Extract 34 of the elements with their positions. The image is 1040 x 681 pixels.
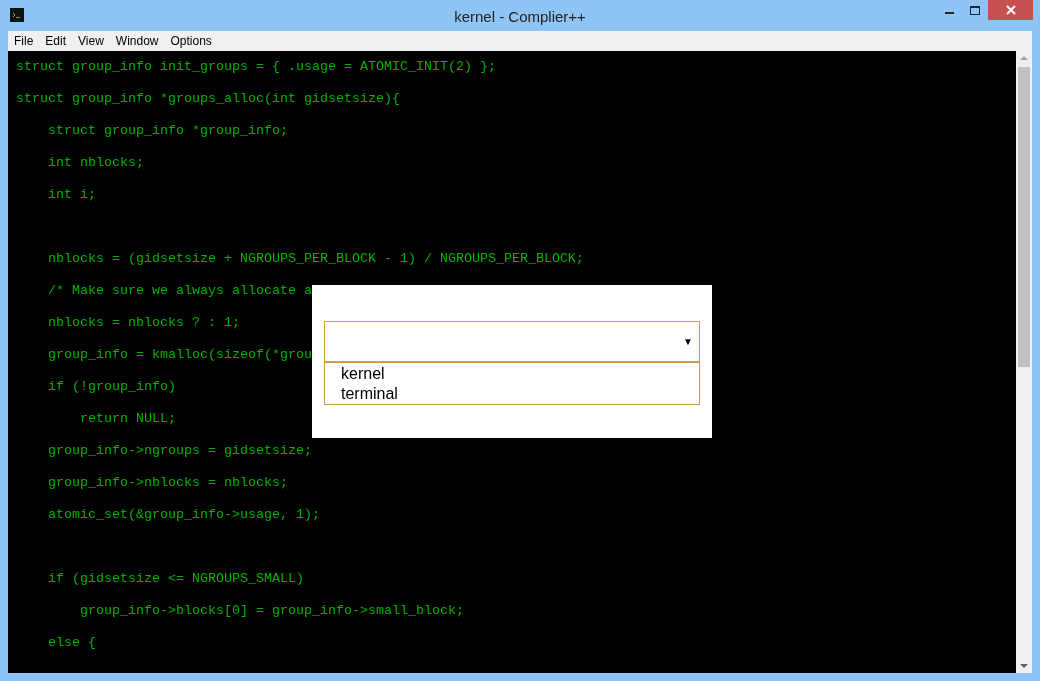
- code-line: struct group_info init_groups = { .usage = ATOMIC_INIT(2) };: [16, 58, 496, 76]
- close-icon: [1005, 5, 1016, 15]
- code-line: atomic_set(&group_info->usage, 1);: [47, 506, 320, 524]
- code-line: group_info->blocks[0] = group_info->small_block;: [79, 602, 464, 620]
- code-line: int i;: [47, 186, 96, 204]
- code-line: nblocks = nblocks ? : 1;: [47, 314, 240, 332]
- dropdown-option[interactable]: kernel: [341, 364, 699, 384]
- menu-item[interactable]: Window: [109, 31, 165, 51]
- scroll-thumb[interactable]: [1018, 67, 1030, 367]
- scrollbar[interactable]: [1016, 51, 1032, 673]
- code-line: else {: [47, 634, 96, 652]
- code-line: int nblocks;: [47, 154, 144, 172]
- code-line: if (gidsetsize <= NGROUPS_SMALL): [47, 570, 304, 588]
- window-title: kernel - Complier++: [454, 7, 586, 27]
- code-line: nblocks = (gidsetsize + NGROUPS_PER_BLOCK - 1) / NGROUPS_PER_BLOCK;: [47, 250, 584, 268]
- maximize-icon: [970, 5, 980, 15]
- code-line: /* Make sure we always allocate a: [47, 282, 312, 300]
- terminal-icon: [10, 8, 24, 22]
- close-button[interactable]: [988, 0, 1033, 20]
- file-dropdown[interactable]: ▼: [324, 321, 700, 362]
- minimize-icon: [944, 12, 954, 14]
- menu-item[interactable]: Options: [164, 31, 218, 51]
- menu-item[interactable]: Edit: [39, 31, 73, 51]
- code-line: group_info->ngroups = gidsetsize;: [47, 442, 312, 460]
- caret-icon: ▼: [683, 334, 693, 349]
- code-line: return NULL;: [79, 410, 176, 428]
- code-line: group_info->nblocks = nblocks;: [47, 474, 288, 492]
- code-line: struct group_info *group_info;: [47, 122, 288, 140]
- menu-item[interactable]: File: [8, 31, 40, 51]
- dropdown-option[interactable]: terminal: [341, 384, 699, 404]
- code-line: if (!group_info): [47, 378, 176, 396]
- code-line: group_info = kmalloc(sizeof(*grou: [47, 346, 312, 364]
- code-line: struct group_info *groups_alloc(int gidsetsize){: [16, 90, 400, 108]
- menu-item[interactable]: View: [72, 31, 110, 51]
